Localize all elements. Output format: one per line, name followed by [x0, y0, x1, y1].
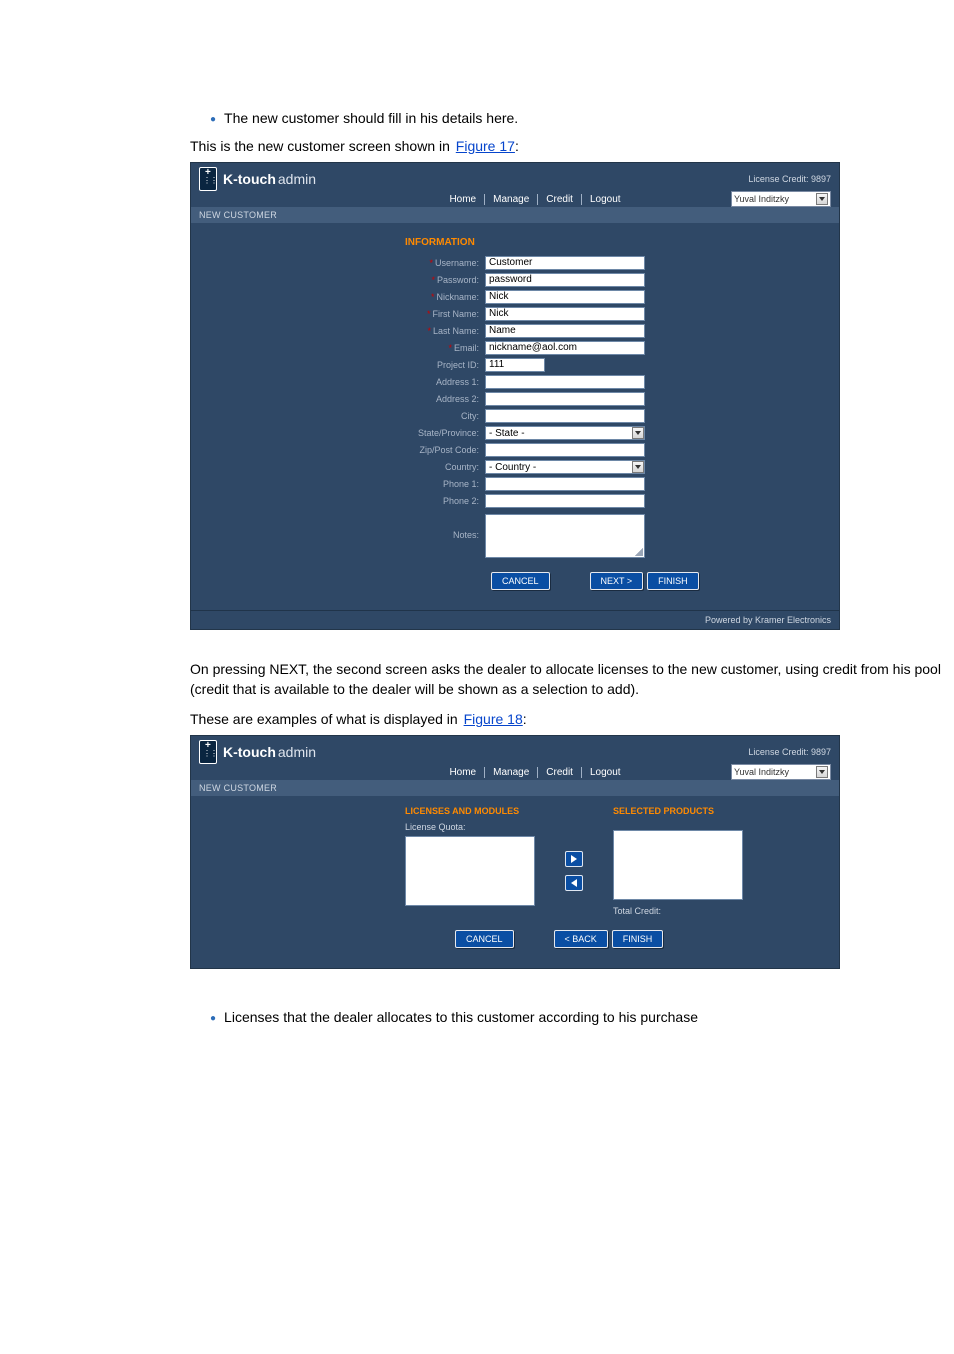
country-select[interactable]: - Country -	[485, 460, 645, 474]
cancel-button[interactable]: CANCEL	[455, 930, 514, 948]
selected-title: SELECTED PRODUCTS	[613, 806, 743, 816]
chevron-down-icon	[632, 427, 644, 439]
admin-panel-screenshot-1: K-touchadmin License Credit: 9897 Home M…	[190, 162, 840, 630]
figure-link-18[interactable]: Figure 18	[464, 711, 523, 727]
projectid-field[interactable]: 111	[485, 358, 545, 372]
license-quota-label: License Quota:	[405, 822, 535, 832]
bullet-text: The new customer should fill in his deta…	[224, 110, 518, 126]
nav-credit[interactable]: Credit	[538, 767, 582, 778]
nav-manage[interactable]: Manage	[485, 194, 538, 205]
total-credit-label: Total Credit:	[613, 906, 743, 916]
doc-bullet: The new customer should fill in his deta…	[210, 110, 944, 126]
chevron-down-icon	[816, 193, 828, 205]
zip-field[interactable]	[485, 443, 645, 457]
top-nav: Home Manage Credit Logout	[441, 767, 628, 778]
username-field[interactable]: Customer	[485, 256, 645, 270]
admin-panel-screenshot-2: K-touchadmin License Credit: 9897 Home M…	[190, 735, 840, 969]
nav-logout[interactable]: Logout	[582, 194, 629, 205]
license-credit: License Credit: 9897	[748, 174, 831, 184]
nav-manage[interactable]: Manage	[485, 767, 538, 778]
next-button[interactable]: NEXT >	[590, 572, 644, 590]
finish-button[interactable]: FINISH	[647, 572, 699, 590]
notes-textarea[interactable]	[485, 514, 645, 558]
doc-bullet: Licenses that the dealer allocates to th…	[210, 1009, 944, 1025]
panel-footer: Powered by Kramer Electronics	[191, 610, 839, 629]
password-field[interactable]: password	[485, 273, 645, 287]
finish-button[interactable]: FINISH	[612, 930, 664, 948]
move-right-button[interactable]	[565, 851, 583, 867]
breadcrumb: NEW CUSTOMER	[191, 780, 839, 796]
user-dropdown[interactable]: Yuval Inditzky	[731, 191, 831, 207]
firstname-field[interactable]: Nick	[485, 307, 645, 321]
city-field[interactable]	[485, 409, 645, 423]
logo-icon	[199, 167, 217, 191]
nav-logout[interactable]: Logout	[582, 767, 629, 778]
top-nav: Home Manage Credit Logout	[441, 194, 628, 205]
licenses-title: LICENSES AND MODULES	[405, 806, 535, 816]
figure-link-17[interactable]: Figure 17	[456, 138, 515, 154]
breadcrumb: NEW CUSTOMER	[191, 207, 839, 223]
chevron-down-icon	[632, 461, 644, 473]
phone1-field[interactable]	[485, 477, 645, 491]
nickname-field[interactable]: Nick	[485, 290, 645, 304]
bullet-text: Licenses that the dealer allocates to th…	[224, 1009, 698, 1025]
figure-caption-1: This is the new customer screen shown in…	[190, 138, 944, 154]
back-button[interactable]: < BACK	[554, 930, 608, 948]
move-left-button[interactable]	[565, 875, 583, 891]
phone2-field[interactable]	[485, 494, 645, 508]
logo-icon	[199, 740, 217, 764]
brand-logo: K-touchadmin	[199, 167, 316, 191]
license-credit: License Credit: 9897	[748, 747, 831, 757]
address1-field[interactable]	[485, 375, 645, 389]
section-title: INFORMATION	[405, 237, 825, 248]
available-licenses-list[interactable]	[405, 836, 535, 906]
address2-field[interactable]	[485, 392, 645, 406]
chevron-down-icon	[816, 766, 828, 778]
selected-products-list[interactable]	[613, 830, 743, 900]
brand-logo: K-touchadmin	[199, 740, 316, 764]
nav-credit[interactable]: Credit	[538, 194, 582, 205]
state-select[interactable]: - State -	[485, 426, 645, 440]
cancel-button[interactable]: CANCEL	[491, 572, 550, 590]
nav-home[interactable]: Home	[441, 194, 485, 205]
email-field[interactable]: nickname@aol.com	[485, 341, 645, 355]
body-paragraph: On pressing NEXT, the second screen asks…	[190, 660, 944, 699]
nav-home[interactable]: Home	[441, 767, 485, 778]
user-dropdown[interactable]: Yuval Inditzky	[731, 764, 831, 780]
figure-caption-2: These are examples of what is displayed …	[190, 711, 944, 727]
lastname-field[interactable]: Name	[485, 324, 645, 338]
